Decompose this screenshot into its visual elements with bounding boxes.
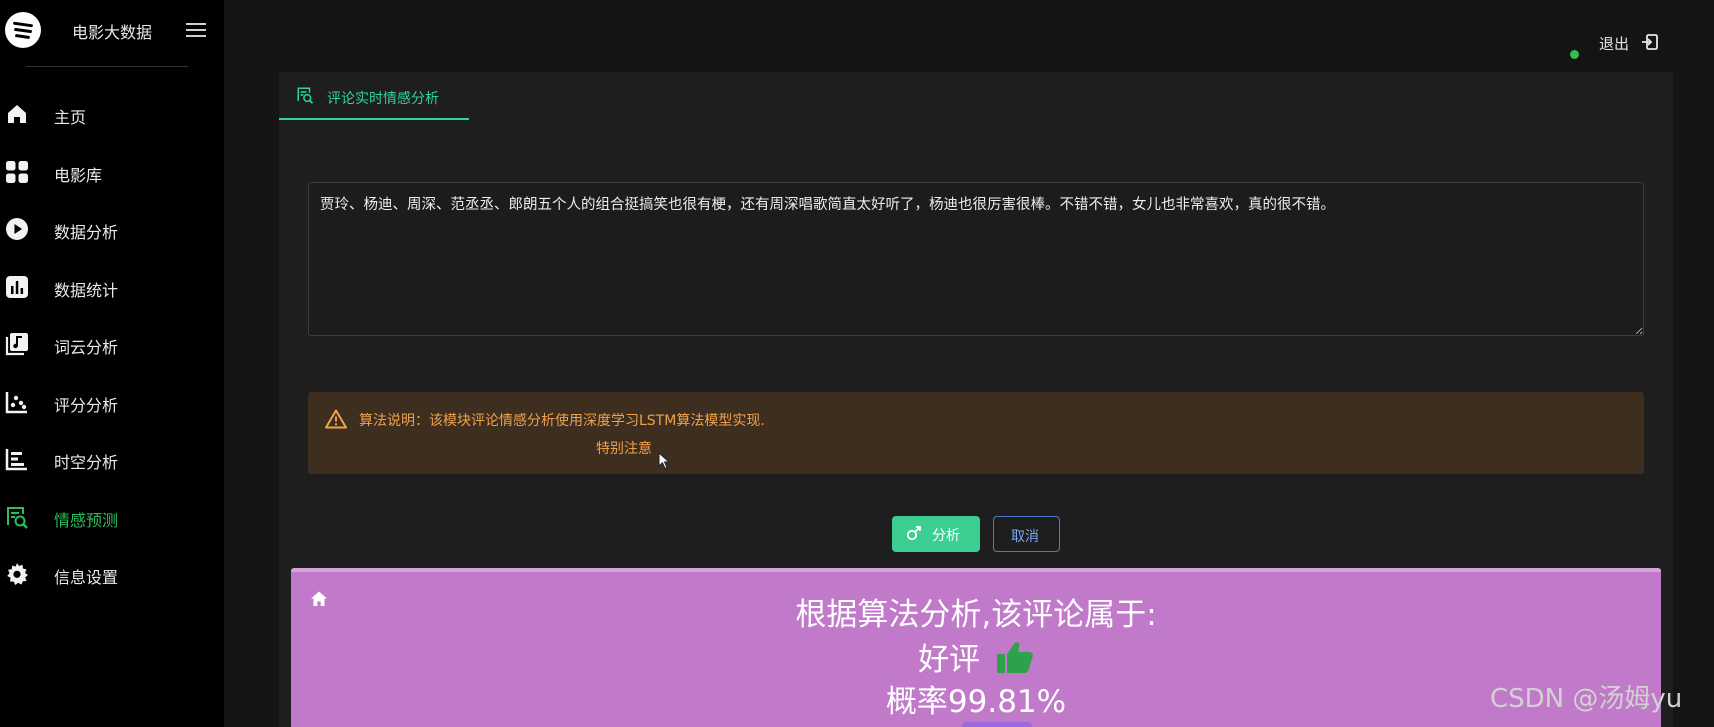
- result-label-row: 好评: [291, 634, 1661, 679]
- logout-icon[interactable]: [1641, 33, 1659, 51]
- tab-active-underline: [279, 118, 469, 120]
- tab-sentiment-analysis[interactable]: 评论实时情感分析: [279, 72, 469, 120]
- sidebar-item-label: 评分分析: [54, 395, 119, 415]
- sidebar-item-spatiotemporal[interactable]: 时空分析: [0, 437, 224, 495]
- brand: 电影大数据: [0, 0, 224, 66]
- brand-logo[interactable]: [5, 12, 41, 48]
- cancel-button[interactable]: 取消: [993, 516, 1060, 552]
- warning-icon: [325, 409, 347, 429]
- sidebar-item-wordcloud[interactable]: 词云分析: [0, 322, 224, 380]
- sidebar: 电影大数据 主页 电影库 数据分析 数据统计 词云分析 评分分析 时空分析 情感…: [0, 0, 224, 727]
- search-data-icon: [7, 506, 28, 529]
- gear-icon: [7, 563, 28, 585]
- timeline-chart-icon: [5, 449, 27, 471]
- analyze-button-label: 分析: [932, 528, 960, 544]
- result-action-button[interactable]: [962, 722, 1032, 727]
- sidebar-item-label: 时空分析: [54, 453, 119, 472]
- result-heading: 根据算法分析,该评论属于:: [795, 597, 1157, 633]
- bar-chart-icon: [6, 275, 28, 298]
- brand-title: 电影大数据: [72, 23, 153, 42]
- search-data-icon: [297, 87, 314, 104]
- music-book-icon: [5, 333, 28, 356]
- sidebar-item-label: 词云分析: [54, 338, 119, 357]
- cancel-button-label: 取消: [1011, 529, 1039, 545]
- algorithm-notice: 算法说明：该模块评论情感分析使用深度学习LSTM算法模型实现. 特别注意: [308, 392, 1644, 474]
- grid-icon: [6, 160, 28, 183]
- thumbs-up-icon: [996, 642, 1033, 673]
- play-circle-icon: [6, 218, 28, 240]
- watermark: CSDN @汤姆yu: [1490, 684, 1683, 714]
- menu-toggle-icon[interactable]: [186, 21, 206, 37]
- sidebar-item-movies[interactable]: 电影库: [0, 150, 224, 208]
- sidebar-item-data-analysis[interactable]: 数据分析: [0, 207, 224, 265]
- sidebar-divider: [26, 66, 188, 67]
- logout-link[interactable]: 退出: [1599, 33, 1629, 54]
- sidebar-item-rating[interactable]: 评分分析: [0, 380, 224, 438]
- analyze-button[interactable]: 分析: [892, 516, 980, 552]
- result-probability: 概率99.81%: [885, 684, 1067, 720]
- mouse-cursor-icon: [658, 452, 670, 470]
- home-icon: [8, 105, 26, 123]
- sidebar-item-settings[interactable]: 信息设置: [0, 552, 224, 610]
- scatter-chart-icon: [5, 391, 27, 413]
- result-panel: 根据算法分析,该评论属于: 好评 概率99.81%: [291, 568, 1661, 727]
- sidebar-item-data-stats[interactable]: 数据统计: [0, 265, 224, 323]
- online-status-dot: [1570, 50, 1579, 59]
- result-label: 好评: [918, 642, 981, 678]
- sidebar-nav: 主页 电影库 数据分析 数据统计 词云分析 评分分析 时空分析 情感预测 信息设…: [0, 92, 224, 610]
- male-symbol-icon: [906, 526, 921, 541]
- sidebar-item-label: 电影库: [54, 165, 103, 185]
- sidebar-item-label: 情感预测: [54, 510, 119, 530]
- tab-label: 评论实时情感分析: [327, 91, 439, 107]
- sidebar-item-label: 信息设置: [54, 568, 119, 587]
- notice-note: 特别注意: [596, 441, 652, 457]
- sidebar-item-home[interactable]: 主页: [0, 92, 224, 150]
- sidebar-item-label: 数据分析: [54, 223, 119, 242]
- notice-text: 算法说明：该模块评论情感分析使用深度学习LSTM算法模型实现.: [359, 413, 765, 429]
- sidebar-item-label: 数据统计: [54, 280, 119, 300]
- sidebar-item-sentiment[interactable]: 情感预测: [0, 495, 224, 553]
- comment-textarea[interactable]: 贾玲、杨迪、周深、范丞丞、郎朗五个人的组合挺搞笑也很有梗，还有周深唱歌简直太好听…: [308, 182, 1644, 336]
- sidebar-item-label: 主页: [54, 108, 87, 127]
